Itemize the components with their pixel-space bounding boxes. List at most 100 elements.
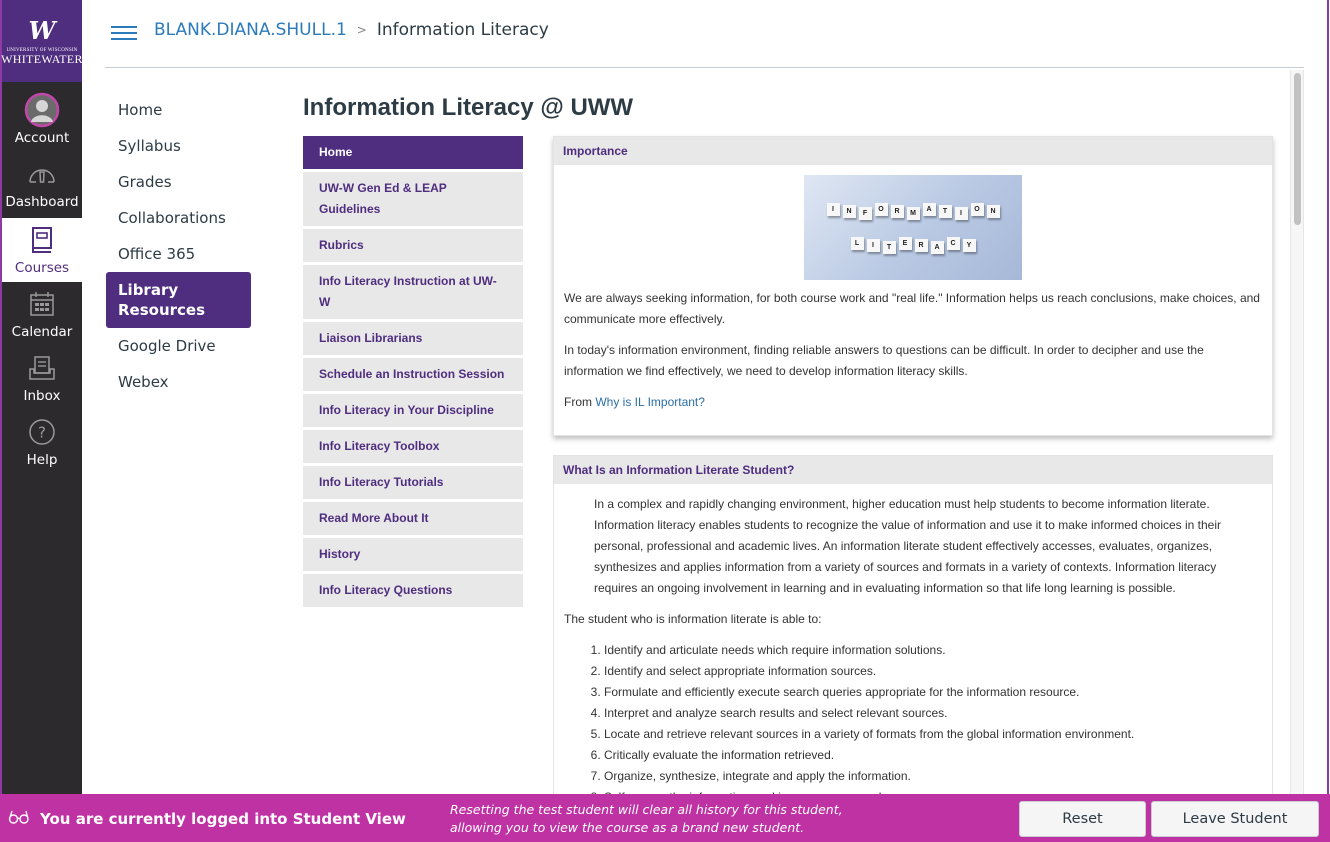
letter-tile: F: [858, 207, 872, 220]
list-item: Interpret and analyze search results and…: [604, 703, 1262, 724]
importance-paragraph: In today's information environment, find…: [564, 343, 1204, 378]
course-nav-grades[interactable]: Grades: [106, 164, 251, 200]
source-prefix: From: [564, 395, 592, 409]
page-nav-item[interactable]: Read More About It: [303, 502, 523, 535]
course-nav-collaborations[interactable]: Collaborations: [106, 200, 251, 236]
letter-tile: R: [890, 205, 904, 218]
letter-tile: O: [970, 203, 984, 216]
letter-tile: T: [938, 205, 952, 218]
letter-tile: E: [898, 237, 912, 250]
page-nav-item[interactable]: Rubrics: [303, 229, 523, 262]
letter-tile: Y: [962, 239, 976, 252]
global-nav-label: Courses: [14, 260, 70, 276]
information-literacy-image: INFORMATION LITERACY: [804, 175, 1022, 280]
letter-tile: A: [930, 241, 944, 254]
global-nav-label: Calendar: [11, 324, 73, 340]
global-nav-courses[interactable]: Courses: [2, 218, 82, 282]
global-nav-account[interactable]: Account: [2, 82, 82, 152]
logo-line2: WHITEWATER: [1, 51, 83, 66]
breadcrumb-course-link[interactable]: BLANK.DIANA.SHULL.1: [154, 20, 347, 40]
breadcrumb-current: Information Literacy: [376, 20, 549, 40]
list-item: Self-assess the information-seeking proc…: [604, 787, 1262, 794]
list-item: Identify and select appropriate informat…: [604, 661, 1262, 682]
page-nav-item[interactable]: UW-W Gen Ed & LEAP Guidelines: [303, 172, 523, 226]
letter-tile: L: [850, 237, 864, 250]
letter-tile: R: [914, 239, 928, 252]
page-side-nav: Home UW-W Gen Ed & LEAP Guidelines Rubri…: [303, 136, 523, 610]
page-nav-item[interactable]: History: [303, 538, 523, 571]
course-nav-google-drive[interactable]: Google Drive: [106, 328, 251, 364]
student-view-message: You are currently logged into Student Vi…: [40, 810, 406, 828]
page-nav-item[interactable]: Liaison Librarians: [303, 322, 523, 355]
scrollbar-thumb[interactable]: [1294, 73, 1301, 225]
letter-tile: I: [866, 239, 880, 252]
university-logo[interactable]: W UNIVERSITY OF WISCONSIN WHITEWATER: [1, 0, 83, 82]
page-nav-item[interactable]: Info Literacy in Your Discipline: [303, 394, 523, 427]
breadcrumb: BLANK.DIANA.SHULL.1 > Information Litera…: [154, 20, 549, 40]
global-nav-label: Inbox: [23, 388, 61, 404]
page-nav-item[interactable]: Info Literacy Tutorials: [303, 466, 523, 499]
glasses-icon: [8, 809, 30, 830]
page-nav-item[interactable]: Schedule an Instruction Session: [303, 358, 523, 391]
global-nav-label: Dashboard: [5, 194, 79, 210]
content-scrollbar[interactable]: [1290, 70, 1304, 794]
tiles-row: INFORMATION: [804, 203, 1022, 220]
global-nav-label: Account: [14, 130, 70, 146]
letter-tile: M: [906, 207, 920, 220]
page-nav-item[interactable]: Home: [303, 136, 523, 169]
course-nav-home[interactable]: Home: [106, 92, 251, 128]
lead-paragraph: The student who is information literate …: [564, 612, 822, 626]
letter-tile: A: [922, 203, 936, 216]
logo-mark: W: [28, 15, 56, 45]
page-content: Information Literacy @ UWW Home UW-W Gen…: [303, 70, 1288, 794]
page-header: BLANK.DIANA.SHULL.1 > Information Litera…: [105, 0, 1304, 68]
global-nav-inbox[interactable]: Inbox: [2, 346, 82, 410]
global-nav-calendar[interactable]: Calendar: [2, 282, 82, 346]
global-nav: W UNIVERSITY OF WISCONSIN WHITEWATER Acc…: [0, 0, 83, 842]
avatar-icon: [24, 92, 60, 128]
course-nav-office-365[interactable]: Office 365: [106, 236, 251, 272]
why-il-important-link[interactable]: Why is IL Important?: [595, 395, 705, 409]
course-nav-syllabus[interactable]: Syllabus: [106, 128, 251, 164]
leave-student-view-button[interactable]: Leave Student View: [1151, 801, 1319, 837]
course-nav-library-resources[interactable]: Library Resources: [106, 272, 251, 328]
list-item: Identify and articulate needs which requ…: [604, 640, 1262, 661]
letter-tile: I: [954, 207, 968, 220]
letter-tile: T: [882, 241, 896, 254]
help-circle-icon: ?: [24, 414, 60, 450]
list-item: Critically evaluate the information retr…: [604, 745, 1262, 766]
reset-student-button[interactable]: Reset Student: [1019, 801, 1146, 837]
skills-list: Identify and articulate needs which requ…: [564, 640, 1262, 794]
letter-tile: O: [874, 203, 888, 216]
inbox-icon: [24, 350, 60, 386]
letter-tile: N: [842, 205, 856, 218]
course-nav: Home Syllabus Grades Collaborations Offi…: [106, 92, 251, 400]
importance-paragraph: We are always seeking information, for b…: [564, 291, 1260, 326]
tiles-row: LITERACY: [804, 237, 1022, 254]
hamburger-menu-button[interactable]: [111, 22, 137, 44]
global-nav-dashboard[interactable]: Dashboard: [2, 152, 82, 216]
letter-tile: C: [946, 237, 960, 250]
list-item: Formulate and efficiently execute search…: [604, 682, 1262, 703]
window-border: [1327, 0, 1329, 842]
courses-book-icon: [24, 222, 60, 258]
breadcrumb-separator-icon: >: [356, 23, 367, 37]
dashboard-gauge-icon: [24, 156, 60, 192]
letter-tile: I: [826, 203, 840, 216]
section-heading: What Is an Information Literate Student?: [554, 456, 1272, 484]
page-nav-item[interactable]: Info Literacy Questions: [303, 574, 523, 607]
calendar-icon: [24, 286, 60, 322]
source-line: From Why is IL Important?: [564, 392, 1262, 413]
importance-section: Importance INFORMATION LITERACY We are a…: [553, 136, 1273, 436]
page-nav-item[interactable]: Info Literacy Toolbox: [303, 430, 523, 463]
list-item: Organize, synthesize, integrate and appl…: [604, 766, 1262, 787]
global-nav-label: Help: [26, 452, 58, 468]
course-nav-webex[interactable]: Webex: [106, 364, 251, 400]
letter-tile: N: [986, 205, 1000, 218]
list-item: Locate and retrieve relevant sources in …: [604, 724, 1262, 745]
svg-text:?: ?: [38, 424, 46, 442]
global-nav-help[interactable]: ? Help: [2, 410, 82, 474]
intro-paragraph: In a complex and rapidly changing enviro…: [594, 497, 1222, 595]
page-nav-item[interactable]: Info Literacy Instruction at UW-W: [303, 265, 523, 319]
section-heading: Importance: [554, 137, 1272, 165]
